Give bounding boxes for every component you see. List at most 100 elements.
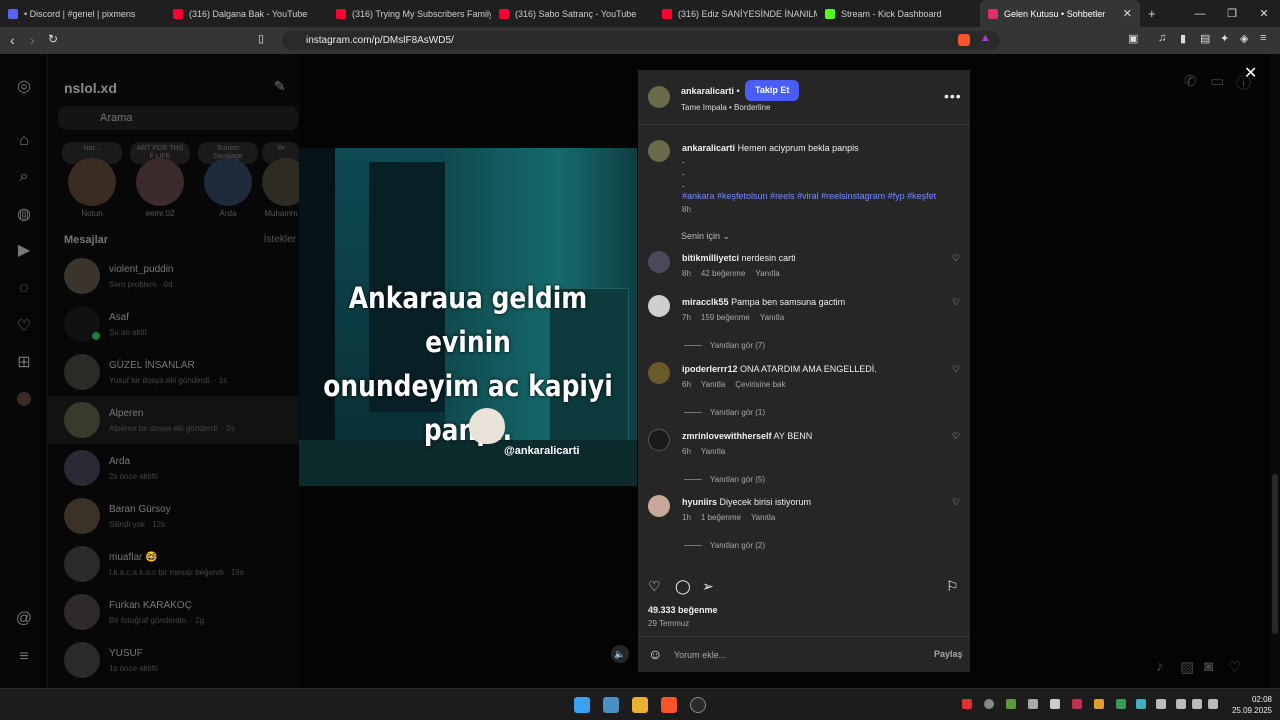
tray-arrow-icon[interactable] xyxy=(1028,699,1038,709)
new-message-icon[interactable]: ✎ xyxy=(274,78,286,95)
explore-icon[interactable]: ◍ xyxy=(15,206,33,224)
search-icon[interactable]: ⌕ xyxy=(15,168,33,186)
like-comment-icon[interactable]: ♡ xyxy=(952,297,960,308)
tab-youtube-4[interactable]: (316) Ediz SANİYESİNDE İNANILMAZ xyxy=(654,0,817,27)
close-modal-icon[interactable]: ✕ xyxy=(1244,63,1257,83)
hashtags[interactable]: #ankara #keşfetolsun #reels #viral #reel… xyxy=(682,190,952,202)
image-icon[interactable]: ▨ xyxy=(1180,658,1194,676)
instagram-logo-icon[interactable]: ◎ xyxy=(15,78,33,96)
brave-browser-icon[interactable] xyxy=(661,697,677,713)
like-comment-icon[interactable]: ♡ xyxy=(952,364,960,375)
vpn-icon[interactable]: ◈ xyxy=(1240,32,1248,45)
profile-avatar[interactable] xyxy=(17,392,31,406)
volume-icon[interactable] xyxy=(1192,699,1202,709)
comment-sort-dropdown[interactable]: Senin için ⌄ xyxy=(681,231,730,242)
conversation-item[interactable]: YUSUF 1s önce aktifti xyxy=(48,636,300,684)
tab-kick[interactable]: Stream - Kick Dashboard xyxy=(817,0,980,27)
tab-youtube-3[interactable]: (316) Sabo Satranç - YouTube xyxy=(491,0,654,27)
close-tab-icon[interactable]: ✕ xyxy=(1123,7,1132,20)
view-replies-link[interactable]: Yanıtları gör (1) xyxy=(684,408,765,417)
file-explorer-icon[interactable] xyxy=(632,697,648,713)
story-item[interactable]: Ife Muhamm xyxy=(262,142,300,218)
music-icon[interactable]: ♫ xyxy=(1158,32,1166,44)
steam-icon[interactable] xyxy=(690,697,706,713)
story-item[interactable]: Sumon Savalage Arda xyxy=(198,142,258,218)
wallet-icon[interactable]: ▤ xyxy=(1200,32,1210,45)
record-icon[interactable] xyxy=(962,699,972,709)
conversation-item[interactable]: violent_puddin Sem problem · 6d xyxy=(48,252,300,300)
reader-icon[interactable]: ▣ xyxy=(1128,32,1138,45)
save-icon[interactable]: ⚐ xyxy=(946,578,959,595)
more-menu-icon[interactable]: ≡ xyxy=(15,648,33,666)
mute-button[interactable]: 🔈 xyxy=(611,645,629,663)
author-avatar[interactable] xyxy=(648,140,670,162)
reply-link[interactable]: Yanıtla xyxy=(751,513,775,522)
comment-icon[interactable]: ◯ xyxy=(675,578,691,595)
avatar[interactable] xyxy=(648,362,670,384)
post-comment-button[interactable]: Paylaş xyxy=(934,649,963,659)
sticker-icon[interactable]: ◙ xyxy=(1204,658,1213,675)
avatar[interactable] xyxy=(648,295,670,317)
reply-link[interactable]: Yanıtla xyxy=(755,269,779,278)
tray-app-icon[interactable] xyxy=(1136,699,1146,709)
requests-link[interactable]: İstekler xyxy=(264,234,296,245)
avatar[interactable] xyxy=(648,495,670,517)
inbox-username[interactable]: nslol.xd xyxy=(64,80,117,96)
network-icon[interactable] xyxy=(1176,699,1186,709)
phone-icon[interactable]: ✆ xyxy=(1184,72,1197,90)
threads-icon[interactable]: @ xyxy=(15,610,33,628)
reload-icon[interactable]: ↻ xyxy=(48,32,58,46)
close-window-icon[interactable]: ✕ xyxy=(1248,7,1280,20)
conversation-item[interactable]: Arda 2s önce aktifti xyxy=(48,444,300,492)
reply-link[interactable]: Yanıtla xyxy=(701,447,725,456)
maximize-icon[interactable]: ❐ xyxy=(1216,7,1248,20)
story-item[interactable]: ART FOR THS F LIFE eemr.02 xyxy=(130,142,190,218)
new-tab-button[interactable]: + xyxy=(1140,0,1164,27)
brave-rewards-icon[interactable]: ▲ xyxy=(980,32,991,44)
menu-icon[interactable]: ≡ xyxy=(1260,32,1266,44)
tray-app-icon[interactable] xyxy=(984,699,994,709)
create-icon[interactable]: ⊞ xyxy=(15,354,33,372)
url-field[interactable]: instagram.com/p/DMslF8AsWD5/ xyxy=(282,31,1000,50)
tray-app-icon[interactable] xyxy=(1050,699,1060,709)
conversation-item[interactable]: muaflar 🤓 f.k.a.c.a.k.o.c bir mesajı beğe… xyxy=(48,540,300,588)
see-translation-link[interactable]: Çevirisine bak xyxy=(735,380,785,389)
nvidia-icon[interactable] xyxy=(1006,699,1016,709)
search-input[interactable] xyxy=(58,106,298,130)
minimize-icon[interactable]: — xyxy=(1184,8,1216,20)
avatar[interactable] xyxy=(648,429,670,451)
mic-icon[interactable]: ♪ xyxy=(1156,658,1164,675)
tray-app-icon[interactable] xyxy=(1072,699,1082,709)
leo-icon[interactable]: ✦ xyxy=(1220,32,1229,45)
author-avatar[interactable] xyxy=(648,86,670,108)
reels-icon[interactable]: ▶ xyxy=(15,242,33,260)
view-replies-link[interactable]: Yanıtları gör (5) xyxy=(684,475,765,484)
audio-track[interactable]: Tame Impala • Borderline xyxy=(681,103,771,112)
conversation-item[interactable]: GÜZEL İNSANLAR Yusuf bir dosya eki gönder… xyxy=(48,348,300,396)
battery-icon[interactable] xyxy=(1208,699,1218,709)
like-icon[interactable]: ♡ xyxy=(648,578,661,595)
avatar[interactable] xyxy=(648,251,670,273)
home-icon[interactable]: ⌂ xyxy=(15,132,33,150)
like-comment-icon[interactable]: ♡ xyxy=(952,497,960,508)
follow-button[interactable]: Takip Et xyxy=(745,80,800,101)
mic-tray-icon[interactable] xyxy=(1156,699,1166,709)
like-icon[interactable]: ♡ xyxy=(1228,658,1241,676)
reply-link[interactable]: Yanıtla xyxy=(701,380,725,389)
view-replies-link[interactable]: Yanıtları gör (2) xyxy=(684,541,765,550)
bookmark-icon[interactable]: ▯ xyxy=(258,32,264,45)
tab-instagram-inbox[interactable]: Gelen Kutusu • Sohbetler ✕ xyxy=(980,0,1140,27)
more-options-icon[interactable]: ••• xyxy=(944,88,962,104)
heart-icon[interactable]: ♡ xyxy=(15,318,33,336)
conversation-item[interactable]: Alperen Alperen bir dosya eki gönderdi. ·… xyxy=(48,396,300,444)
like-comment-icon[interactable]: ♡ xyxy=(952,253,960,264)
back-icon[interactable]: ‹ xyxy=(10,32,15,48)
tab-youtube-1[interactable]: (316) Dalgana Bak - YouTube xyxy=(165,0,328,27)
reply-link[interactable]: Yanıtla xyxy=(760,313,784,322)
conversation-item[interactable]: Baran Gürsoy Silindi yok · 12s xyxy=(48,492,300,540)
page-scrollbar[interactable] xyxy=(1270,54,1280,688)
story-item[interactable]: Not... Notun xyxy=(62,142,122,218)
conversation-item[interactable]: Furkan KARAKOÇ Bir fotoğraf gönderdin. · … xyxy=(48,588,300,636)
tray-app-icon[interactable] xyxy=(1116,699,1126,709)
conversation-item[interactable]: Asaf Şu an aktif xyxy=(48,300,300,348)
